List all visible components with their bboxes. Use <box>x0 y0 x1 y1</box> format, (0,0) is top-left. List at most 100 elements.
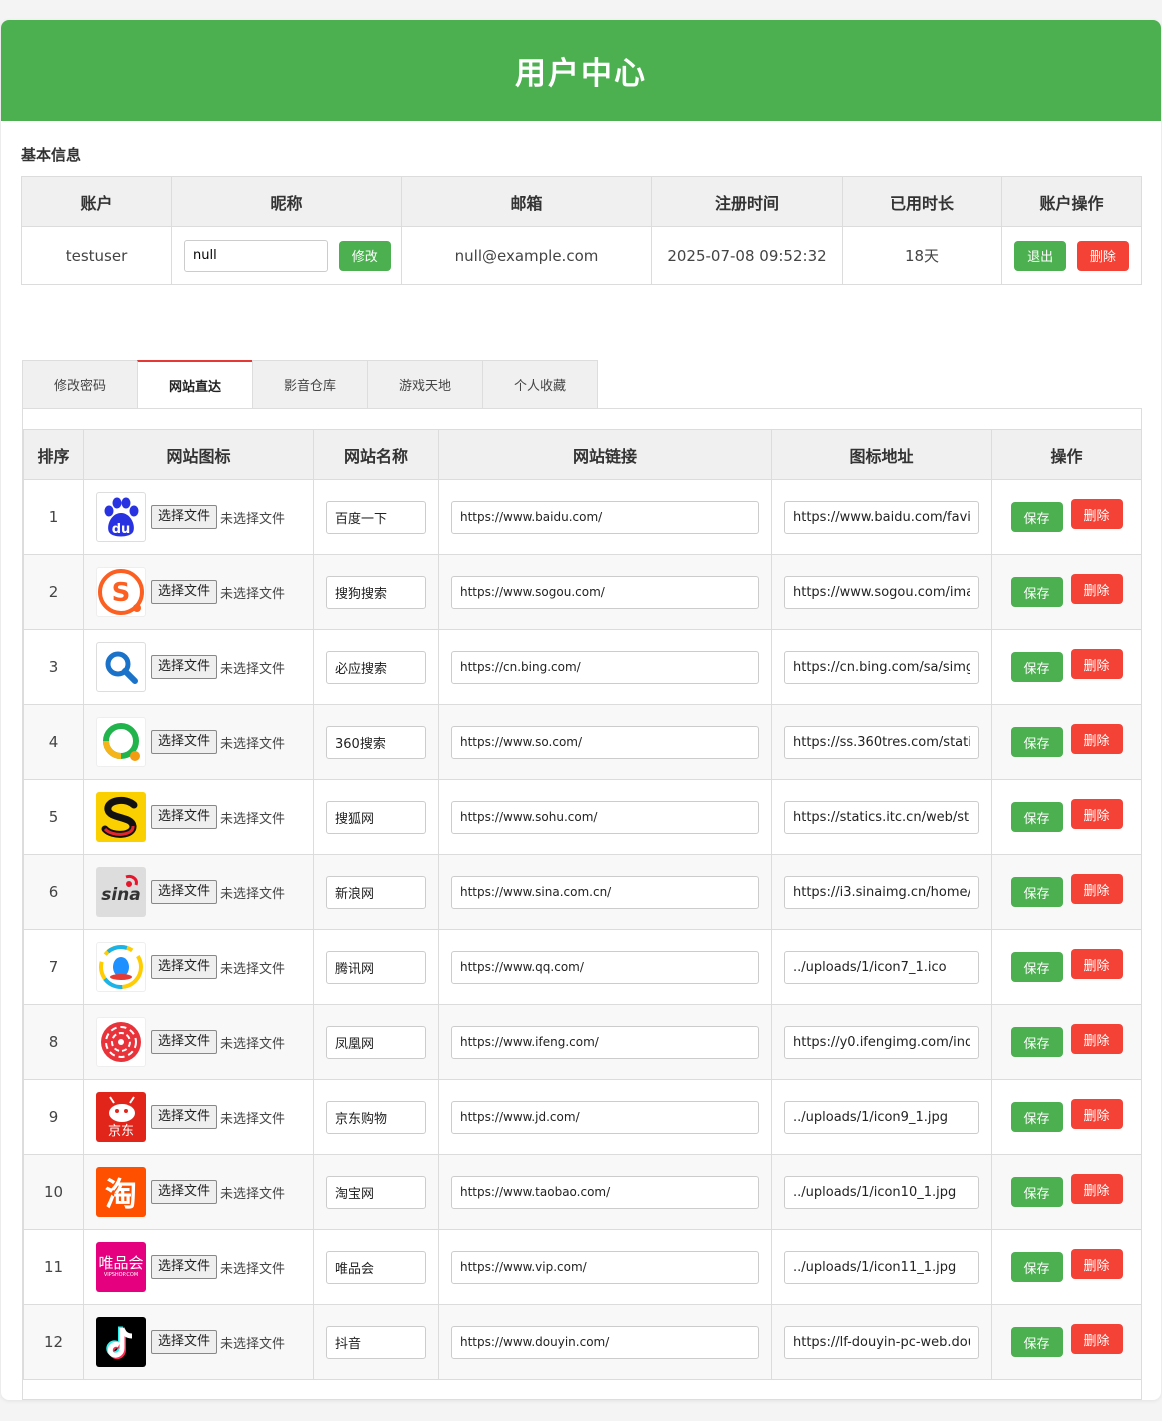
icon-url-input[interactable] <box>784 950 979 984</box>
tab-favorites[interactable]: 个人收藏 <box>482 360 598 408</box>
save-button[interactable]: 保存 <box>1010 1252 1063 1282</box>
table-row: 6 sina 选择文件未选择文件 保存删除 <box>23 854 1142 930</box>
tab-websites[interactable]: 网站直达 <box>137 360 253 408</box>
site-name-input[interactable] <box>326 725 426 759</box>
site-name-input[interactable] <box>326 1325 426 1359</box>
site-url-input[interactable] <box>451 800 759 834</box>
account-actions-cell: 退出 删除 <box>1001 226 1142 285</box>
site-url-input[interactable] <box>451 650 759 684</box>
icon-url-input[interactable] <box>784 575 979 609</box>
delete-button[interactable]: 删除 <box>1070 649 1123 679</box>
tab-change-password[interactable]: 修改密码 <box>22 360 138 408</box>
choose-file-button[interactable]: 选择文件 <box>151 1180 218 1204</box>
icon-cell: sina 选择文件 未选择文件 <box>83 854 314 930</box>
delete-button[interactable]: 删除 <box>1070 724 1123 754</box>
choose-file-button[interactable]: 选择文件 <box>151 1255 218 1279</box>
file-status: 未选择文件 <box>220 1336 286 1352</box>
actions-cell: 保存 删除 <box>991 854 1142 930</box>
icon-url-input[interactable] <box>784 1325 979 1359</box>
tab-games[interactable]: 游戏天地 <box>367 360 483 408</box>
site-name-input[interactable] <box>326 800 426 834</box>
save-button[interactable]: 保存 <box>1010 727 1063 757</box>
site-url-input[interactable] <box>451 950 759 984</box>
site-url-input[interactable] <box>451 875 759 909</box>
websites-table: 排序 网站图标 网站名称 网站链接 图标地址 操作 1du选择文件未选择文件保存… <box>23 429 1142 1380</box>
icon-url-input[interactable] <box>784 875 979 909</box>
tab-media[interactable]: 影音仓库 <box>252 360 368 408</box>
header-order: 排序 <box>23 429 84 480</box>
logout-button[interactable]: 退出 <box>1014 240 1067 271</box>
choose-file-button[interactable]: 选择文件 <box>151 1030 218 1054</box>
save-button[interactable]: 保存 <box>1010 652 1063 682</box>
choose-file-button[interactable]: 选择文件 <box>151 1105 218 1129</box>
site-name-input[interactable] <box>326 500 426 534</box>
icon-url-cell <box>771 704 992 780</box>
delete-button[interactable]: 删除 <box>1070 799 1123 829</box>
nickname-input[interactable] <box>184 239 328 272</box>
choose-file-button[interactable]: 选择文件 <box>151 505 218 529</box>
choose-file-button[interactable]: 选择文件 <box>151 1330 218 1354</box>
site-url-input[interactable] <box>451 1025 759 1059</box>
save-button[interactable]: 保存 <box>1010 577 1063 607</box>
choose-file-button[interactable]: 选择文件 <box>151 655 218 679</box>
delete-button[interactable]: 删除 <box>1070 574 1123 604</box>
site-name-input[interactable] <box>326 650 426 684</box>
site-name-input[interactable] <box>326 575 426 609</box>
delete-button[interactable]: 删除 <box>1070 1024 1123 1054</box>
user-info-row: testuser 修改 null@example.com 2025-07-08 … <box>21 226 1142 285</box>
site-url-input[interactable] <box>451 500 759 534</box>
site-url-input[interactable] <box>451 1250 759 1284</box>
delete-button[interactable]: 删除 <box>1070 1324 1123 1354</box>
site-name-input[interactable] <box>326 950 426 984</box>
choose-file-button[interactable]: 选择文件 <box>151 880 218 904</box>
choose-file-button[interactable]: 选择文件 <box>151 580 218 604</box>
save-button[interactable]: 保存 <box>1010 802 1063 832</box>
icon-url-input[interactable] <box>784 500 979 534</box>
site-url-input[interactable] <box>451 1175 759 1209</box>
save-button[interactable]: 保存 <box>1010 877 1063 907</box>
choose-file-button[interactable]: 选择文件 <box>151 730 218 754</box>
site-name-input[interactable] <box>326 1175 426 1209</box>
icon-url-input[interactable] <box>784 1175 979 1209</box>
site-name-input[interactable] <box>326 875 426 909</box>
site-url-input[interactable] <box>451 1325 759 1359</box>
save-button[interactable]: 保存 <box>1010 1177 1063 1207</box>
save-button[interactable]: 保存 <box>1010 1327 1063 1357</box>
site-name-input[interactable] <box>326 1100 426 1134</box>
name-cell <box>313 629 439 705</box>
site-url-input[interactable] <box>451 575 759 609</box>
delete-button[interactable]: 删除 <box>1070 1249 1123 1279</box>
site-name-input[interactable] <box>326 1250 426 1284</box>
name-cell <box>313 854 439 930</box>
choose-file-button[interactable]: 选择文件 <box>151 805 218 829</box>
choose-file-button[interactable]: 选择文件 <box>151 955 218 979</box>
icon-url-input[interactable] <box>784 800 979 834</box>
icon-cell: 选择文件 未选择文件 <box>83 1304 314 1380</box>
file-status: 未选择文件 <box>220 1036 286 1052</box>
icon-url-input[interactable] <box>784 1100 979 1134</box>
save-button[interactable]: 保存 <box>1010 502 1063 532</box>
icon-url-input[interactable] <box>784 725 979 759</box>
save-button[interactable]: 保存 <box>1010 1027 1063 1057</box>
icon-cell: S 选择文件 未选择文件 <box>83 554 314 630</box>
tab-bar: 修改密码 网站直达 影音仓库 游戏天地 个人收藏 <box>22 360 598 408</box>
site-name-input[interactable] <box>326 1025 426 1059</box>
basic-info-title: 基本信息 <box>21 146 82 164</box>
table-row: 7选择文件未选择文件保存删除 <box>23 929 1142 1005</box>
edit-nickname-button[interactable]: 修改 <box>338 240 391 271</box>
delete-button[interactable]: 删除 <box>1070 499 1123 529</box>
icon-url-input[interactable] <box>784 1025 979 1059</box>
site-url-input[interactable] <box>451 1100 759 1134</box>
icon-url-input[interactable] <box>784 1250 979 1284</box>
icon-url-input[interactable] <box>784 650 979 684</box>
name-cell <box>313 554 439 630</box>
site-url-input[interactable] <box>451 725 759 759</box>
delete-account-button[interactable]: 删除 <box>1076 240 1129 271</box>
save-button[interactable]: 保存 <box>1010 1102 1063 1132</box>
delete-button[interactable]: 删除 <box>1070 1174 1123 1204</box>
delete-button[interactable]: 删除 <box>1070 874 1123 904</box>
delete-button[interactable]: 删除 <box>1070 1099 1123 1129</box>
delete-button[interactable]: 删除 <box>1070 949 1123 979</box>
icon-cell: 淘选择文件 未选择文件 <box>83 1154 314 1230</box>
save-button[interactable]: 保存 <box>1010 952 1063 982</box>
